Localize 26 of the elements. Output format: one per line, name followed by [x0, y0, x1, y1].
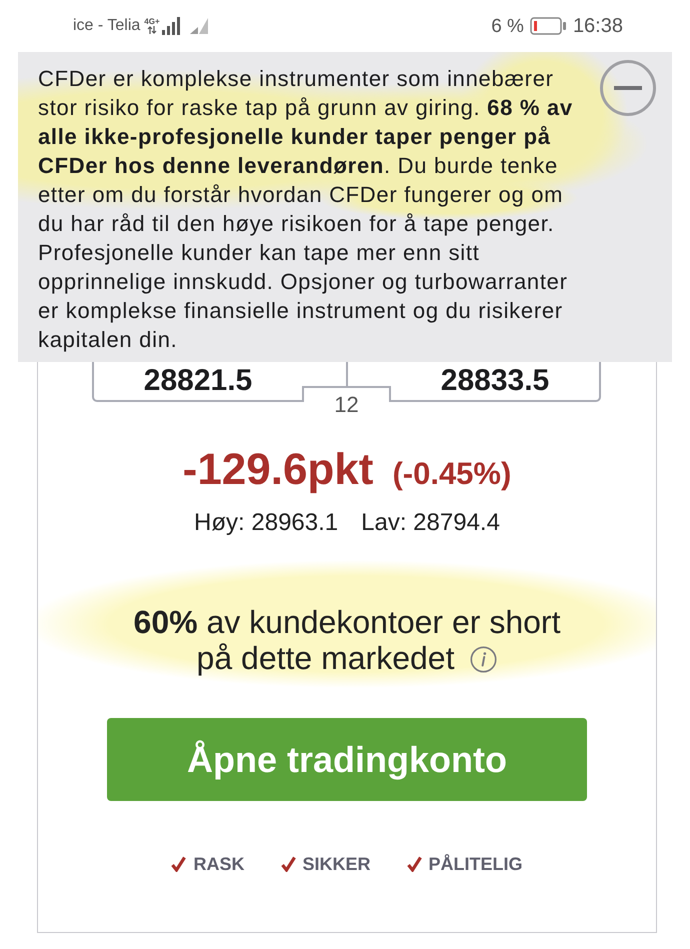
battery-icon [530, 17, 566, 35]
battery-percent: 6 % [491, 16, 524, 36]
price-change-percent: (-0.45%) [392, 458, 512, 489]
feature-label: RASK [193, 855, 244, 873]
carrier-name: ice - Telia [73, 18, 140, 34]
check-icon [171, 856, 186, 872]
buy-price-box[interactable]: 28833.5 [391, 362, 601, 402]
minus-icon [614, 86, 642, 90]
spread-value: 12 [334, 393, 359, 417]
clock: 16:38 [572, 16, 623, 36]
info-icon [470, 646, 498, 673]
check-icon [406, 856, 422, 872]
data-arrows-icon [146, 26, 157, 34]
client-sentiment-info-button[interactable]: 60% av kundekontoer er short på dette markedet [117, 604, 577, 676]
network-type-label: 4G+ [144, 18, 160, 26]
day-low: Lav: 28794.4 [361, 511, 500, 535]
check-icon [280, 856, 296, 872]
collapse-button[interactable] [600, 60, 656, 116]
triangle-signal-icon [190, 18, 208, 34]
feature-label: PÅLITELIG [428, 855, 523, 873]
price-change: -129.6pkt [182, 448, 374, 492]
feature-label: SIKKER [302, 855, 371, 873]
sell-price-box[interactable]: 28821.5 [92, 362, 302, 402]
day-high: Høy: 28963.1 [194, 511, 338, 535]
risk-warning-text: CFDer er komplekse instrumenter som innebærer stor risiko for raske tap på grunn av giring. 68 % av alle ikke-profesjonelle kunder taper penger på CFDer hos denne leverandøren. Du burde tenke etter om du forstår hvordan CFDer fungerer og om du har råd til den høye risikoen for å tape penger. Profesjonelle kunder kan tape mer enn sitt opprinnelige innskudd. Opsjoner og turbowarranter er komplekse finansielle instrument og du risikerer kapitalen din. [38, 65, 574, 354]
signal-bars-icon [162, 17, 182, 35]
